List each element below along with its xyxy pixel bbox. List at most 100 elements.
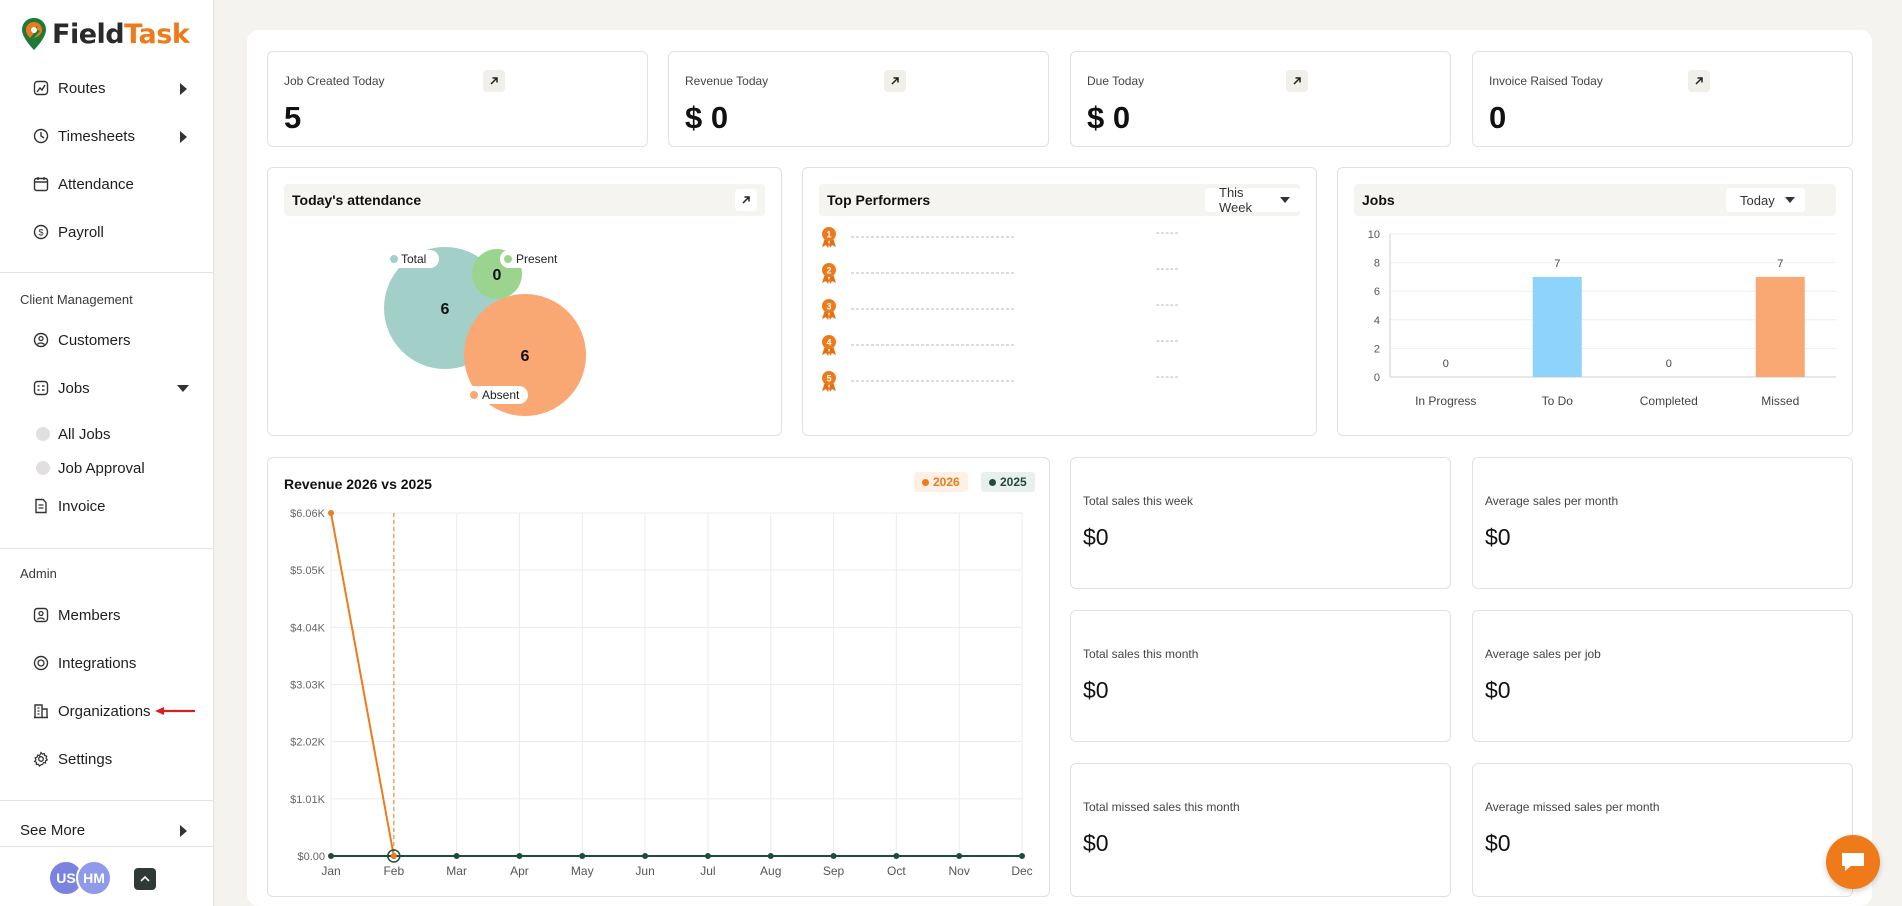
logo-text: FieldTask xyxy=(52,18,190,50)
section-title-admin: Admin xyxy=(20,566,57,581)
rank-number: 3 xyxy=(826,302,831,312)
sidebar-item-settings[interactable]: Settings xyxy=(0,739,213,779)
y-tick-label: $6.06K xyxy=(290,508,326,520)
sidebar-item-routes[interactable]: Routes xyxy=(0,68,213,108)
integrations-icon xyxy=(32,654,50,672)
open-arrow-button[interactable] xyxy=(1688,70,1710,92)
revenue-panel: Revenue 2026 vs 2025 2026 2025 $0.00 $1.0… xyxy=(267,457,1050,897)
top-performers-panel: Top Performers This Week 1 ----- 2 ----- 3 --… xyxy=(802,167,1317,436)
all-jobs-icon xyxy=(36,427,50,441)
jobs-bar-chart: 0 2 4 6 8 10 0 In Progress 7 To Do 0 Completed 7 Miss… xyxy=(1368,229,1836,408)
stat-label: Revenue Today xyxy=(685,74,769,88)
sidebar-divider xyxy=(0,272,213,273)
dropdown-value: This Week xyxy=(1219,185,1252,215)
stat-value: 5 xyxy=(284,100,302,135)
performer-row: 2 ----- xyxy=(819,262,1199,284)
sidebar-item-label: Invoice xyxy=(58,497,106,515)
red-arrow-annotation-icon xyxy=(155,707,195,715)
sales-label: Average sales per job xyxy=(1485,647,1601,661)
data-point xyxy=(328,853,334,859)
bar xyxy=(1532,276,1582,377)
job-approval-icon xyxy=(36,461,50,475)
performer-row: 1 ----- xyxy=(819,226,1199,248)
data-point xyxy=(767,853,774,859)
stat-value: 0 xyxy=(1489,100,1507,135)
members-icon xyxy=(32,606,50,624)
chevron-right-icon xyxy=(180,825,187,837)
sidebar-item-label: Routes xyxy=(58,79,106,97)
chevron-down-icon xyxy=(177,385,189,392)
sidebar-subitem-all-jobs[interactable]: All Jobs xyxy=(36,422,111,446)
rank-number: 1 xyxy=(826,230,831,240)
bar-value-label: 0 xyxy=(1443,358,1449,370)
stat-label: Invoice Raised Today xyxy=(1489,74,1603,88)
sales-card: Average missed sales per month $0 xyxy=(1472,763,1853,897)
y-tick-label: 0 xyxy=(1374,372,1380,384)
sidebar-item-invoice[interactable]: Invoice xyxy=(0,486,213,526)
data-point xyxy=(956,853,963,859)
stat-value: $ 0 xyxy=(1087,100,1131,135)
calendar-icon xyxy=(32,175,50,193)
panel-title: Top Performers xyxy=(827,192,931,208)
sidebar-item-label: Members xyxy=(58,606,121,624)
x-tick-label: Feb xyxy=(383,864,404,878)
sidebar-item-see-more[interactable]: See More xyxy=(0,810,213,850)
present-value: 0 xyxy=(493,267,502,284)
y-tick-label: $3.03K xyxy=(290,680,326,692)
sidebar-item-label: Jobs xyxy=(58,379,90,397)
x-tick-label: Sep xyxy=(823,864,845,878)
arrow-up-right-icon xyxy=(1293,77,1301,85)
fieldtask-logo[interactable]: FieldTask xyxy=(20,16,190,52)
x-tick-label: Missed xyxy=(1761,394,1799,408)
clock-icon xyxy=(32,127,50,145)
x-tick-label: Oct xyxy=(887,864,906,878)
jobs-icon xyxy=(32,379,50,397)
top-performers-period-select[interactable]: This Week xyxy=(1205,185,1300,215)
x-tick-label: Completed xyxy=(1640,394,1698,408)
sales-card: Total missed sales this month $0 xyxy=(1070,763,1451,897)
invoice-icon xyxy=(32,497,50,515)
sidebar-item-members[interactable]: Members xyxy=(0,595,213,635)
y-tick-label: $0.00 xyxy=(297,851,325,863)
data-point xyxy=(390,853,397,859)
sales-value: $0 xyxy=(1485,677,1511,703)
sales-value: $0 xyxy=(1083,677,1109,703)
avatar-hm[interactable]: HM xyxy=(76,860,112,896)
performer-value: ----- xyxy=(1156,263,1180,275)
sidebar-item-label: See More xyxy=(20,821,86,839)
customers-icon xyxy=(32,331,50,349)
open-arrow-button[interactable] xyxy=(884,70,906,92)
chat-support-button[interactable] xyxy=(1826,835,1880,889)
sales-label: Average sales per month xyxy=(1485,494,1619,508)
sidebar-item-attendance[interactable]: Attendance xyxy=(0,164,213,204)
sidebar-item-customers[interactable]: Customers xyxy=(0,320,213,360)
rank-number: 2 xyxy=(826,266,831,276)
collapse-button[interactable] xyxy=(134,868,156,890)
sidebar-item-integrations[interactable]: Integrations xyxy=(0,643,213,683)
open-arrow-button[interactable] xyxy=(1286,70,1308,92)
routes-icon xyxy=(32,79,50,97)
bar-value-label: 0 xyxy=(1666,358,1672,370)
sidebar-subitem-job-approval[interactable]: Job Approval xyxy=(36,456,145,480)
y-tick-label: 4 xyxy=(1374,315,1380,327)
sidebar-item-jobs[interactable]: Jobs xyxy=(0,368,213,408)
sidebar-item-organizations[interactable]: Organizations xyxy=(0,691,213,731)
rank-number: 5 xyxy=(826,374,831,384)
chevron-down-icon xyxy=(1280,197,1290,203)
y-tick-label: $1.01K xyxy=(290,794,326,806)
performer-row: 4 ----- xyxy=(819,334,1199,356)
performer-row: 5 ----- xyxy=(819,370,1199,392)
stat-label: Due Today xyxy=(1087,74,1145,88)
sidebar-divider xyxy=(0,548,213,549)
sidebar-item-label: Settings xyxy=(58,750,113,768)
open-arrow-button[interactable] xyxy=(483,70,505,92)
settings-icon xyxy=(32,750,50,768)
data-point xyxy=(453,853,460,859)
payroll-icon: $ xyxy=(32,223,50,241)
sidebar-item-payroll[interactable]: $ Payroll xyxy=(0,212,213,252)
jobs-panel: Jobs Today 0 2 4 6 8 10 0 In Progress 7 To Do 0 Com… xyxy=(1337,167,1853,436)
data-point xyxy=(579,853,586,859)
sales-value: $0 xyxy=(1083,830,1109,856)
sidebar-item-timesheets[interactable]: Timesheets xyxy=(0,116,213,156)
sales-card: Total sales this week $0 xyxy=(1070,457,1451,589)
